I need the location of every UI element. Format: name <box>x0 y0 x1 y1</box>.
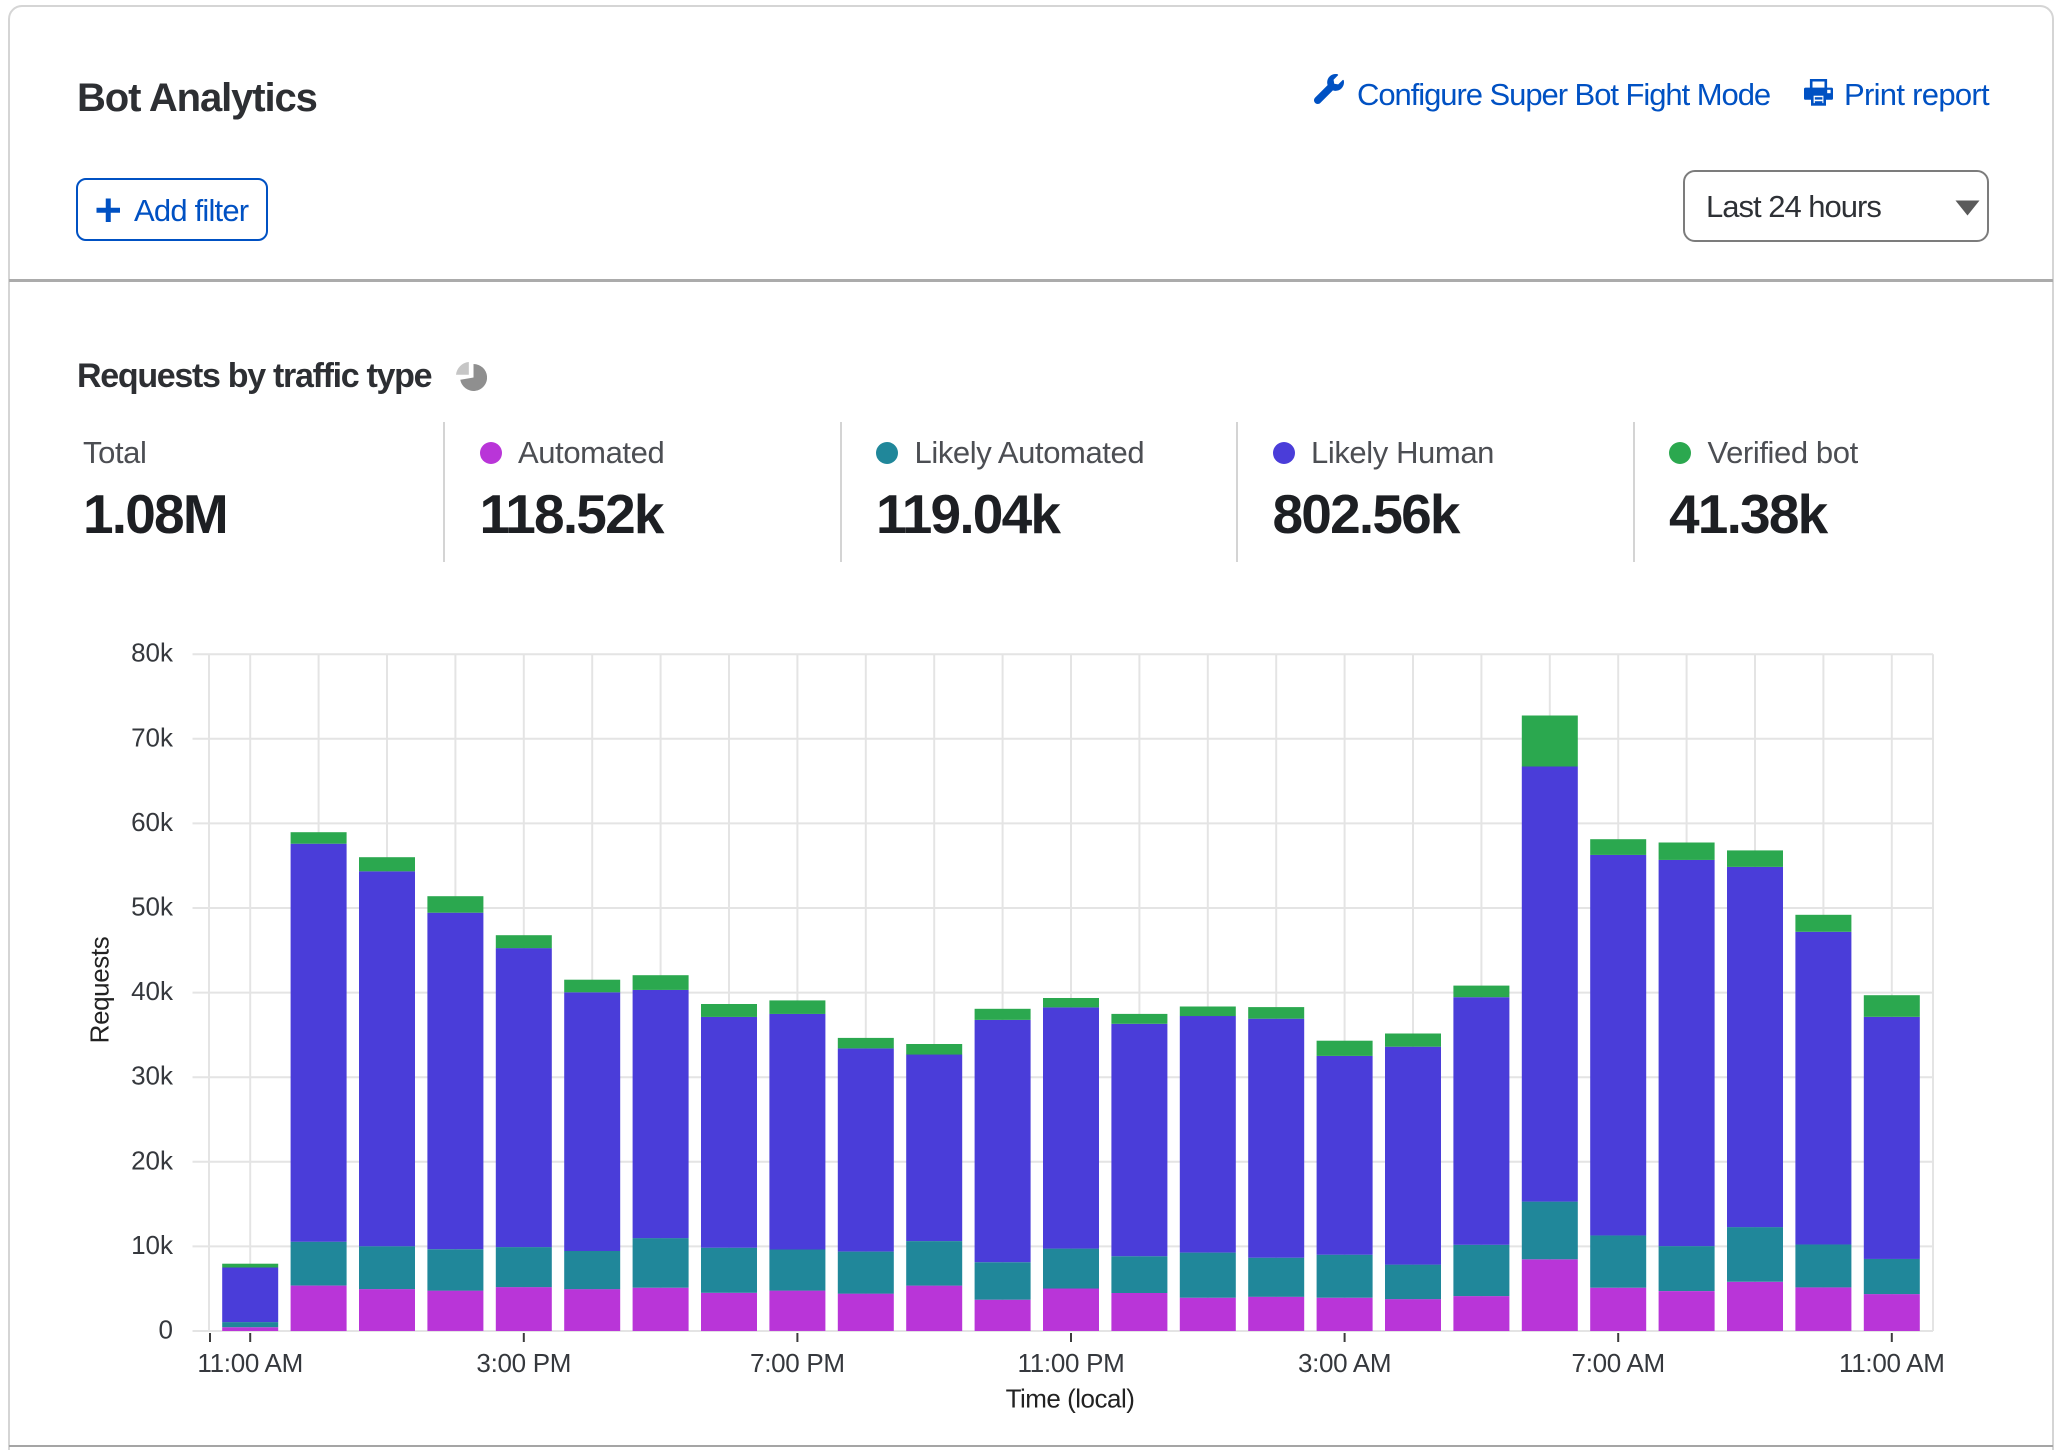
svg-text:11:00 AM: 11:00 AM <box>1839 1348 1945 1378</box>
svg-text:30k: 30k <box>131 1061 174 1091</box>
svg-text:60k: 60k <box>131 807 174 837</box>
svg-text:7:00 AM: 7:00 AM <box>1572 1348 1665 1378</box>
svg-text:70k: 70k <box>131 722 174 752</box>
svg-text:11:00 AM: 11:00 AM <box>197 1348 303 1378</box>
svg-text:40k: 40k <box>131 976 174 1006</box>
svg-text:0: 0 <box>159 1315 173 1345</box>
svg-text:3:00 AM: 3:00 AM <box>1298 1348 1391 1378</box>
svg-text:7:00 PM: 7:00 PM <box>750 1348 845 1378</box>
svg-text:3:00 PM: 3:00 PM <box>476 1348 571 1378</box>
svg-text:50k: 50k <box>131 892 174 922</box>
svg-text:11:00 PM: 11:00 PM <box>1018 1348 1125 1378</box>
svg-text:80k: 80k <box>131 638 174 668</box>
svg-text:Time (local): Time (local) <box>1006 1384 1135 1414</box>
svg-text:10k: 10k <box>131 1230 174 1260</box>
svg-text:Requests: Requests <box>85 936 115 1043</box>
svg-text:20k: 20k <box>131 1145 174 1175</box>
